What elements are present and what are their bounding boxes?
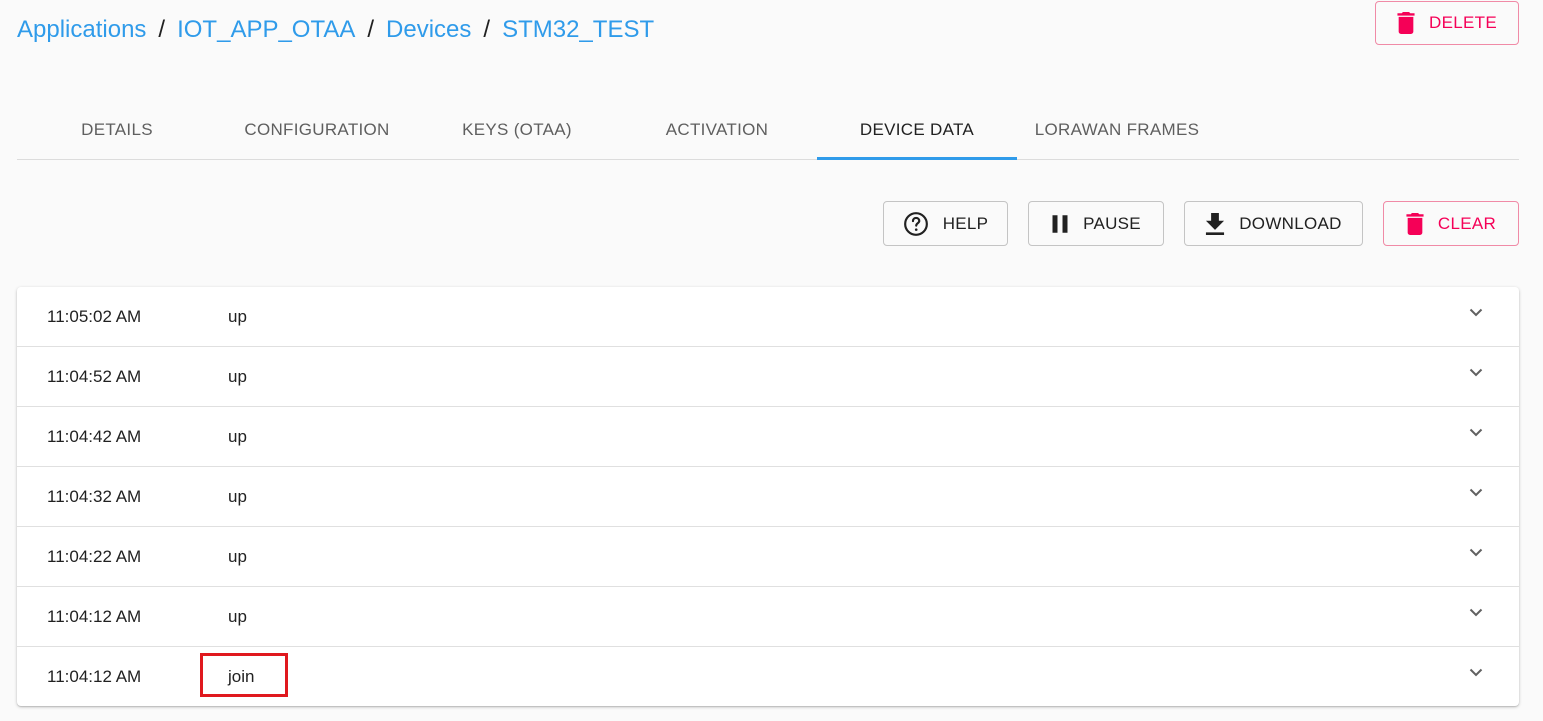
event-row[interactable]: 11:04:12 AM up	[17, 587, 1519, 647]
help-circle-icon	[903, 211, 928, 236]
tab-label: LORAWAN FRAMES	[1034, 119, 1200, 139]
event-time: 11:04:12 AM	[47, 607, 142, 626]
help-button[interactable]: HELP	[883, 201, 1008, 246]
tab-label: KEYS (OTAA)	[462, 119, 572, 139]
pause-button[interactable]: PAUSE	[1028, 201, 1164, 246]
delete-device-button[interactable]: DELETE	[1375, 1, 1519, 45]
download-button[interactable]: DOWNLOAD	[1184, 201, 1363, 246]
breadcrumb-separator: /	[367, 16, 375, 43]
event-type: up	[228, 487, 247, 506]
chevron-down-icon[interactable]	[1469, 548, 1483, 557]
tab-keys-otaa[interactable]: KEYS (OTAA)	[417, 100, 617, 159]
tab-label: DETAILS	[81, 119, 153, 139]
event-time: 11:04:32 AM	[47, 487, 142, 506]
breadcrumb: Applications / IOT_APP_OTAA / Devices / …	[17, 14, 654, 46]
delete-button-label: DELETE	[1429, 13, 1497, 32]
help-button-label: HELP	[942, 213, 989, 233]
breadcrumb-device-link[interactable]: STM32_TEST	[502, 14, 654, 46]
tab-configuration[interactable]: CONFIGURATION	[217, 100, 417, 159]
event-time: 11:05:02 AM	[47, 307, 142, 326]
event-time: 11:04:52 AM	[47, 367, 142, 386]
breadcrumb-separator: /	[158, 16, 166, 43]
device-tabs: DETAILS CONFIGURATION KEYS (OTAA) ACTIVA…	[17, 100, 1519, 160]
clear-button[interactable]: CLEAR	[1383, 201, 1519, 246]
event-type: up	[228, 547, 247, 566]
chevron-down-icon[interactable]	[1469, 608, 1483, 617]
highlight-box	[200, 653, 288, 697]
chevron-down-icon[interactable]	[1469, 488, 1483, 497]
device-data-list: 11:05:02 AM up 11:04:52 AM up 11:04:42 A…	[17, 287, 1519, 706]
breadcrumb-application-link[interactable]: IOT_APP_OTAA	[177, 14, 355, 46]
pause-icon	[1052, 214, 1068, 233]
event-time: 11:04:42 AM	[47, 427, 142, 446]
chevron-down-icon[interactable]	[1469, 428, 1483, 437]
event-row[interactable]: 11:04:52 AM up	[17, 347, 1519, 407]
event-type: up	[228, 607, 247, 626]
event-type: up	[228, 307, 247, 326]
tab-label: CONFIGURATION	[244, 119, 390, 139]
trash-icon	[1406, 212, 1424, 235]
trash-icon	[1397, 12, 1415, 34]
event-time: 11:04:22 AM	[47, 547, 142, 566]
tab-lorawan-frames[interactable]: LORAWAN FRAMES	[1017, 100, 1217, 159]
breadcrumb-devices-link[interactable]: Devices	[386, 14, 471, 46]
chevron-down-icon[interactable]	[1469, 668, 1483, 677]
download-button-label: DOWNLOAD	[1239, 213, 1342, 233]
tab-activation[interactable]: ACTIVATION	[617, 100, 817, 159]
tab-details[interactable]: DETAILS	[17, 100, 217, 159]
event-row[interactable]: 11:04:22 AM up	[17, 527, 1519, 587]
event-time: 11:04:12 AM	[47, 667, 142, 686]
download-icon	[1206, 212, 1225, 235]
tab-label: DEVICE DATA	[859, 119, 975, 139]
event-type: up	[228, 367, 247, 386]
chevron-down-icon[interactable]	[1469, 368, 1483, 377]
event-row[interactable]: 11:05:02 AM up	[17, 287, 1519, 347]
event-row[interactable]: 11:04:12 AM join	[17, 647, 1519, 706]
breadcrumb-applications-link[interactable]: Applications	[17, 14, 146, 46]
chevron-down-icon[interactable]	[1469, 308, 1483, 317]
clear-button-label: CLEAR	[1437, 213, 1497, 233]
event-type: up	[228, 427, 247, 446]
breadcrumb-separator: /	[483, 16, 491, 43]
pause-button-label: PAUSE	[1083, 213, 1141, 233]
event-row[interactable]: 11:04:32 AM up	[17, 467, 1519, 527]
event-row[interactable]: 11:04:42 AM up	[17, 407, 1519, 467]
tab-device-data[interactable]: DEVICE DATA	[817, 100, 1017, 160]
tab-label: ACTIVATION	[665, 119, 769, 139]
